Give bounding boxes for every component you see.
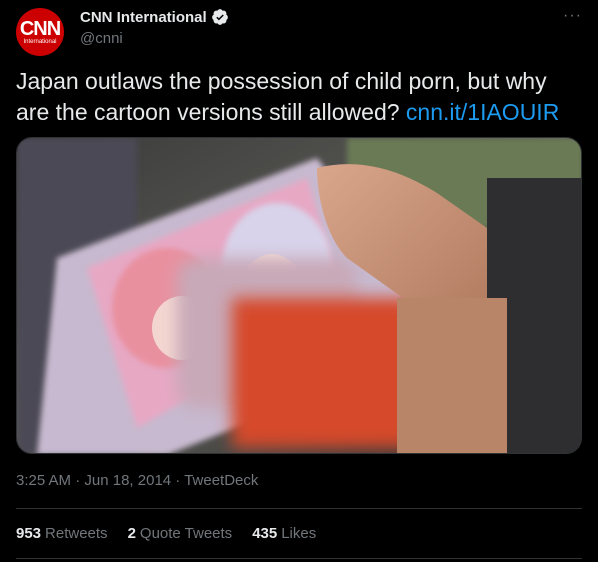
media-photo [17,138,581,453]
tweet-stats: 953 Retweets 2 Quote Tweets 435 Likes [16,525,316,542]
quote-tweets-stat[interactable]: 2 Quote Tweets [128,525,233,542]
divider [16,508,582,509]
quote-tweets-count: 2 [127,525,136,542]
likes-label: Likes [281,525,317,542]
divider-bottom [16,558,582,559]
tweet-source[interactable]: TweetDeck [184,472,258,489]
tweet-timestamp[interactable]: 3:25 AM · Jun 18, 2014 · TweetDeck [16,472,258,489]
timestamp-separator: · [71,472,85,489]
retweets-count: 953 [16,525,42,542]
timestamp-separator-2: · [171,472,185,489]
display-name[interactable]: CNN International [80,9,207,26]
more-options-icon[interactable]: ··· [563,8,582,24]
author-name-row: CNN International [80,8,229,26]
quote-tweets-label: Quote Tweets [139,525,233,542]
tweet-link[interactable]: cnn.it/1IAOUIR [406,99,559,125]
tweet-media-image[interactable] [16,137,582,454]
retweets-stat[interactable]: 953 Retweets [16,525,108,542]
author-handle[interactable]: @cnni [80,30,123,47]
tweet-text: Japan outlaws the possession of child po… [16,66,582,128]
avatar[interactable]: CNN International [16,8,64,56]
verified-badge-icon [211,9,228,25]
tweet-date: Jun 18, 2014 [84,472,172,489]
avatar-logo-subtext: International [23,38,57,45]
likes-stat[interactable]: 435 Likes [252,525,316,542]
retweets-label: Retweets [45,525,108,542]
avatar-logo-text: CNN [19,17,61,40]
tweet-time: 3:25 AM [16,472,72,489]
likes-count: 435 [252,525,278,542]
tweet: CNN International CNN International @cnn… [0,0,598,562]
